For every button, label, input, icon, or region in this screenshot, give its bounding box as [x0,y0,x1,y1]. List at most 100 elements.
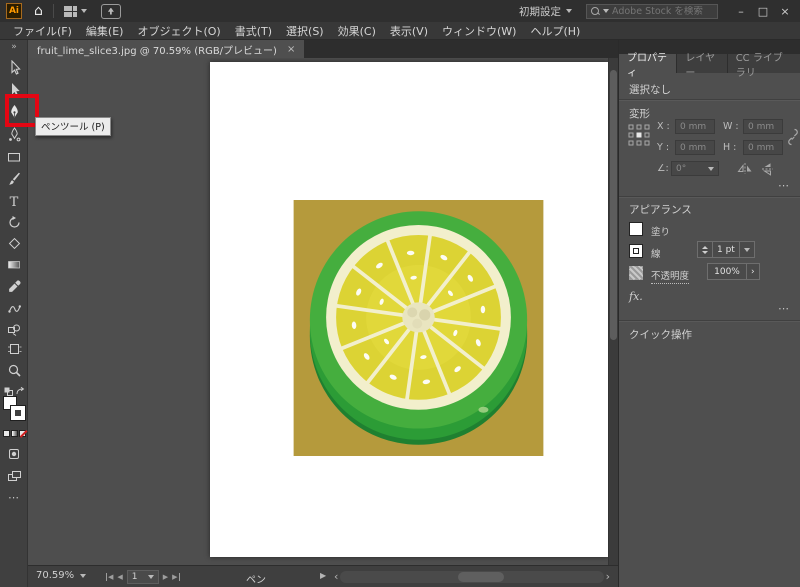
chevron-down-icon [566,9,572,13]
artboard-tool[interactable] [0,339,28,359]
reference-point-locator[interactable] [628,124,650,146]
illustrator-logo-icon: Ai [6,3,22,19]
tab-cc-libraries[interactable]: CC ライブラリ [728,54,800,73]
stroke-weight-dropdown[interactable] [739,242,754,257]
adobe-stock-search[interactable] [586,4,718,19]
gradient-button[interactable] [11,430,18,437]
drawing-mode-button[interactable] [0,444,28,464]
arrange-documents-button[interactable] [64,6,87,17]
canvas-pasteboard[interactable] [28,58,608,565]
menu-file[interactable]: ファイル(F) [6,23,79,39]
scroll-right-icon[interactable]: › [606,571,610,583]
stroke-color-swatch[interactable] [629,244,643,258]
share-document-button[interactable] [101,4,121,19]
fill-color-swatch[interactable] [629,222,643,236]
w-field[interactable]: 0 mm [743,119,783,134]
menu-object[interactable]: オブジェクト(O) [130,23,227,39]
document-tab[interactable]: fruit_lime_slice3.jpg @ 70.59% (RGB/プレビュ… [28,40,304,58]
minimize-button[interactable]: – [730,5,752,18]
horizontal-scrollbar[interactable]: ‹ › [334,570,610,583]
zoom-tool[interactable] [0,360,28,380]
scroll-left-icon[interactable]: ‹ [334,571,338,583]
curvature-tool[interactable] [0,124,28,144]
lime-slice-image[interactable] [292,200,545,456]
color-button[interactable] [3,430,10,437]
menu-select[interactable]: 選択(S) [279,23,331,39]
maximize-button[interactable]: □ [752,5,774,18]
vertical-scrollbar-thumb[interactable] [610,70,617,340]
symbol-sprayer-tool[interactable] [0,319,28,339]
curvature-pen-icon [7,126,22,143]
menu-help[interactable]: ヘルプ(H) [523,23,587,39]
artboard-number-select[interactable]: 1 [127,570,159,584]
toolbar-overflow-icon[interactable]: » [0,42,28,52]
stroke-weight-control[interactable]: 1 pt [697,241,755,258]
appearance-section-title: アピアランス [629,202,692,217]
menu-edit[interactable]: 編集(E) [79,23,131,39]
x-field[interactable]: 0 mm [675,119,715,134]
workspace-switcher[interactable]: 初期設定 [519,4,572,19]
screen-mode-button[interactable] [0,466,28,486]
opacity-more-arrow[interactable]: › [746,264,759,279]
transform-section-title: 変形 [629,106,650,121]
y-field[interactable]: 0 mm [675,140,715,155]
previous-artboard-button[interactable]: ◀ [117,573,122,581]
eyedropper-tool[interactable] [0,276,28,296]
stroke-weight-value[interactable]: 1 pt [712,242,739,257]
horizontal-scrollbar-thumb[interactable] [458,572,504,582]
appearance-more-options[interactable]: ⋯ [778,302,790,315]
blend-tool[interactable] [0,298,28,318]
blend-icon [7,301,22,315]
first-artboard-button[interactable]: ◀ [106,573,113,581]
stroke-swatch[interactable] [11,406,25,420]
opacity-label[interactable]: 不透明度 [651,268,689,284]
rectangle-icon [6,150,22,164]
tab-layers[interactable]: レイヤー [677,54,726,73]
h-field[interactable]: 0 mm [743,140,783,155]
opacity-value[interactable]: 100% [708,264,746,279]
opacity-control[interactable]: 100% › [707,263,760,280]
transform-more-options[interactable]: ⋯ [778,179,790,192]
menu-window[interactable]: ウィンドウ(W) [435,23,523,39]
color-type-buttons[interactable] [3,430,26,437]
close-button[interactable]: × [774,5,796,18]
zoom-level-control[interactable]: 70.59% [36,570,86,581]
fill-stroke-indicator[interactable] [3,396,27,422]
next-artboard-button[interactable]: ▶ [163,573,168,581]
vertical-scrollbar[interactable] [608,58,618,565]
rotate-icon [7,215,22,230]
flip-horizontal-icon[interactable] [737,162,753,175]
stroke-label[interactable]: 線 [651,246,661,260]
type-tool[interactable]: T [0,191,28,211]
menu-view[interactable]: 表示(V) [383,23,435,39]
none-button[interactable] [19,430,26,437]
tab-properties[interactable]: プロパティ [619,54,676,73]
edit-toolbar-button[interactable]: ⋯ [0,487,28,507]
horizontal-scrollbar-track[interactable] [340,571,603,583]
menu-type[interactable]: 書式(T) [228,23,279,39]
rotate-tool[interactable] [0,212,28,232]
fill-label[interactable]: 塗り [651,224,670,238]
eraser-tool[interactable] [0,233,28,253]
rotation-angle-select[interactable]: 0° [671,161,719,176]
quick-actions-title: クイック操作 [629,327,692,342]
paintbrush-tool[interactable] [0,169,28,189]
rectangle-tool[interactable] [0,147,28,167]
opacity-swatch[interactable] [629,266,643,280]
flip-vertical-icon[interactable] [761,162,774,176]
menu-effect[interactable]: 効果(C) [331,23,383,39]
fx-button[interactable]: fx. [629,290,643,303]
selection-tool[interactable] [0,58,28,78]
link-dimensions-icon[interactable] [788,128,798,146]
pen-tool[interactable] [0,102,28,122]
tab-close-icon[interactable]: × [287,44,295,55]
home-icon[interactable]: ⌂ [34,4,43,18]
stroke-weight-stepper[interactable] [698,242,712,257]
direct-selection-tool[interactable] [0,80,28,100]
gradient-tool[interactable] [0,254,28,274]
status-expand-icon[interactable]: ▶ [320,571,326,580]
artboard[interactable] [210,62,608,557]
last-artboard-button[interactable]: ▶ [172,573,179,581]
document-tab-bar: fruit_lime_slice3.jpg @ 70.59% (RGB/プレビュ… [28,40,618,58]
search-input[interactable] [612,6,713,17]
